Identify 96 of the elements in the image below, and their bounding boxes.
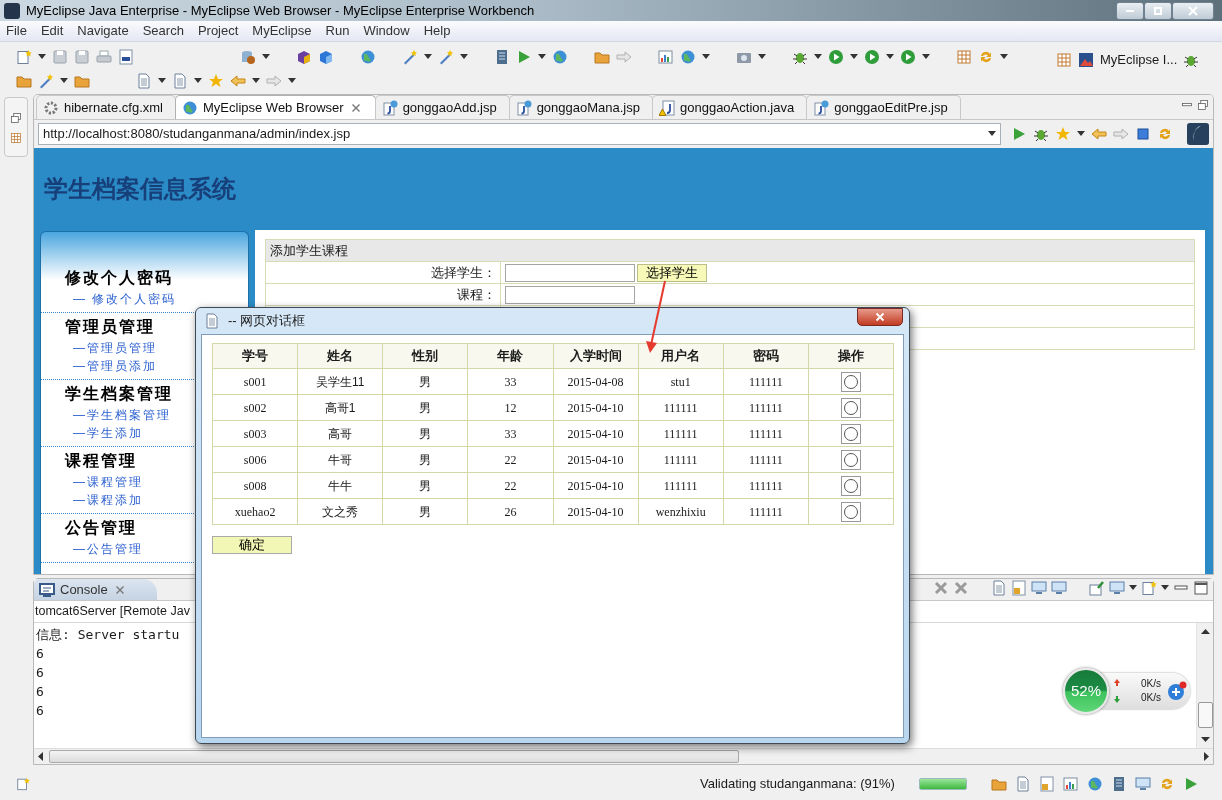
url-field[interactable]: http://localhost:8080/studanganmana/admin/index.jsp <box>38 123 1001 145</box>
menu-item[interactable]: File <box>6 21 27 41</box>
table-cell: 高哥1 <box>297 394 383 421</box>
table-cell: 111111 <box>723 394 809 421</box>
column-header: 密码 <box>723 343 809 369</box>
sidebar-link[interactable]: —学生档案管理 <box>65 406 171 424</box>
editor-tab[interactable]: gonggaoAction.java <box>652 95 808 119</box>
site-title: 学生档案信息系统 <box>44 174 236 204</box>
table-cell: 22 <box>467 472 553 499</box>
menu-item[interactable]: Project <box>197 21 239 41</box>
editor-tab[interactable]: gonggaoAdd.jsp <box>374 95 510 119</box>
editor-tab[interactable]: gonggaoEditPre.jsp <box>806 95 961 119</box>
menu-item[interactable]: Help <box>423 21 451 41</box>
table-cell: 111111 <box>723 420 809 447</box>
form-title: 添加学生课程 <box>265 239 1195 262</box>
table-cell: 男 <box>382 420 468 447</box>
console-line: 6 <box>36 664 44 682</box>
menu-item[interactable]: Navigate <box>77 21 129 41</box>
menu-item[interactable]: Search <box>142 21 184 41</box>
sidebar-link[interactable]: — 修改个人密码 <box>65 290 177 308</box>
table-cell: 111111 <box>723 368 809 395</box>
sidebar-heading: 学生档案管理 <box>65 383 173 405</box>
menu-item[interactable]: Edit <box>40 21 64 41</box>
table-cell: s006 <box>212 446 298 473</box>
table-cell: xuehao2 <box>212 498 298 525</box>
table-cell: stu1 <box>638 368 724 395</box>
console-line: 信息: Server startu <box>36 626 180 644</box>
table-cell: 男 <box>382 446 468 473</box>
sidebar-link[interactable]: —公告管理 <box>65 540 143 558</box>
table-cell: 22 <box>467 446 553 473</box>
editor-tab[interactable]: MyEclipse Web Browser <box>175 95 376 119</box>
sidebar-heading: 修改个人密码 <box>65 267 173 289</box>
select-student-button[interactable]: 选择学生 <box>637 264 707 283</box>
menu-item[interactable]: MyEclipse <box>252 21 312 41</box>
sidebar-heading: 课程管理 <box>65 450 137 472</box>
sidebar-link[interactable]: —管理员添加 <box>65 357 157 375</box>
sidebar-link[interactable]: —学生添加 <box>65 424 143 442</box>
field-label: 课程： <box>457 286 496 302</box>
column-header: 入学时间 <box>553 343 639 369</box>
console-tab[interactable]: Console <box>34 579 157 600</box>
table-cell: wenzhixiu <box>638 498 724 525</box>
sidebar-link[interactable]: —管理员管理 <box>65 339 157 357</box>
column-header: 性别 <box>382 343 468 369</box>
download-speed: 0K/s <box>1140 691 1161 705</box>
column-header: 操作 <box>808 343 894 369</box>
table-cell: 男 <box>382 498 468 525</box>
editor-tab[interactable]: gonggaoMana.jsp <box>508 95 653 119</box>
table-cell: 111111 <box>638 446 724 473</box>
table-cell: s002 <box>212 394 298 421</box>
column-header: 姓名 <box>297 343 383 369</box>
table-cell: s008 <box>212 472 298 499</box>
confirm-button[interactable]: 确定 <box>212 536 292 554</box>
upload-speed: 0K/s <box>1140 677 1161 691</box>
sidebar-heading: 公告管理 <box>65 517 137 539</box>
table-cell: 26 <box>467 498 553 525</box>
table-cell: s003 <box>212 420 298 447</box>
sidebar-link[interactable]: —课程管理 <box>65 473 143 491</box>
table-cell: 男 <box>382 472 468 499</box>
table-cell: 2015-04-10 <box>553 446 639 473</box>
menu-item[interactable]: Run <box>325 21 350 41</box>
table-cell: 33 <box>467 420 553 447</box>
table-cell: 111111 <box>723 446 809 473</box>
table-cell: s001 <box>212 368 298 395</box>
table-cell: 高哥 <box>297 420 383 447</box>
sidebar-heading: 管理员管理 <box>65 316 155 338</box>
dialog-title: -- 网页对话框 <box>228 312 306 331</box>
table-cell: 吴学生11 <box>297 368 383 395</box>
editor-tab[interactable]: hibernate.cfg.xml <box>36 95 176 119</box>
column-header: 用户名 <box>638 343 724 369</box>
table-cell: 牛牛 <box>297 472 383 499</box>
table-cell: 33 <box>467 368 553 395</box>
console-line: 6 <box>36 702 44 720</box>
console-line: 6 <box>36 645 44 663</box>
table-cell: 男 <box>382 368 468 395</box>
table-cell: 12 <box>467 394 553 421</box>
table-cell: 111111 <box>638 420 724 447</box>
table-cell: 2015-04-10 <box>553 420 639 447</box>
table-cell: 牛哥 <box>297 446 383 473</box>
table-cell: 文之秀 <box>297 498 383 525</box>
column-header: 学号 <box>212 343 298 369</box>
console-line: 6 <box>36 683 44 701</box>
menu-item[interactable]: Window <box>363 21 410 41</box>
window-title: MyEclipse Java Enterprise - MyEclipse Web Browser - MyEclipse Enterprise Workbench <box>26 1 535 20</box>
table-cell: 2015-04-08 <box>553 368 639 395</box>
table-cell: 111111 <box>638 394 724 421</box>
sidebar-link[interactable]: —课程添加 <box>65 491 143 509</box>
table-cell: 男 <box>382 394 468 421</box>
table-cell: 111111 <box>723 472 809 499</box>
field-label: 选择学生： <box>431 264 496 280</box>
table-cell: 111111 <box>638 472 724 499</box>
table-cell: 2015-04-10 <box>553 498 639 525</box>
table-cell: 111111 <box>723 498 809 525</box>
status-message: Validating studanganmana: (91%) <box>700 775 895 794</box>
table-cell: 2015-04-10 <box>553 394 639 421</box>
table-cell: 2015-04-10 <box>553 472 639 499</box>
column-header: 年龄 <box>467 343 553 369</box>
